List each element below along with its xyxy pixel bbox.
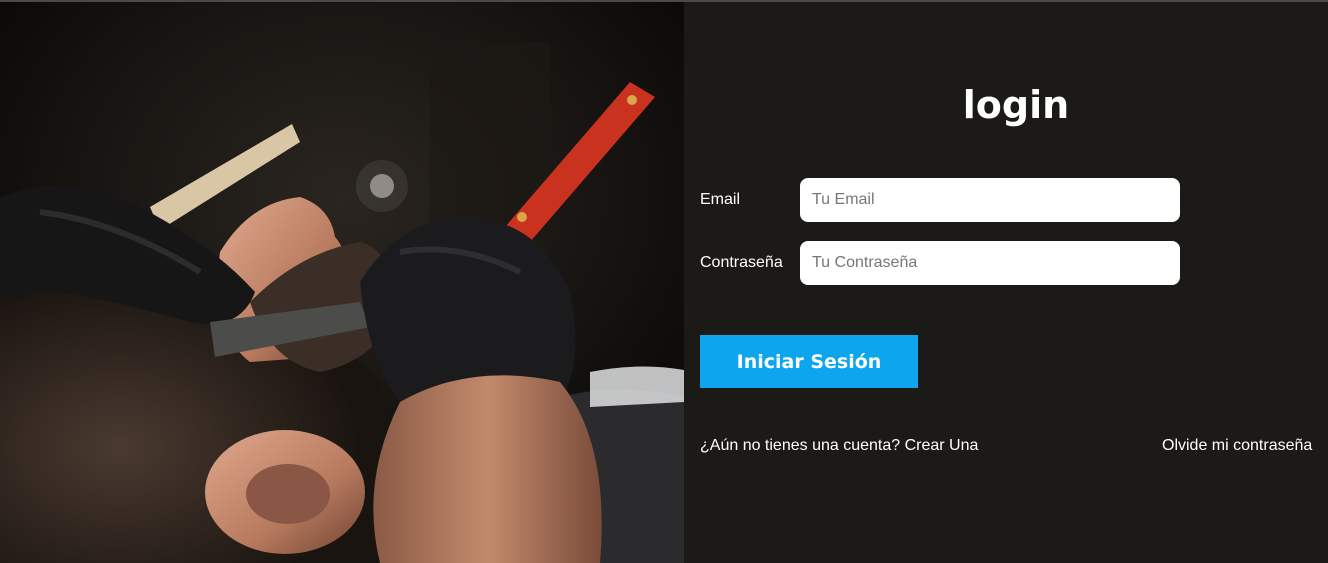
signup-link[interactable]: ¿Aún no tienes una cuenta? Crear Una bbox=[700, 437, 978, 455]
password-label: Contraseña bbox=[700, 254, 783, 271]
login-submit-button[interactable]: Iniciar Sesión bbox=[700, 335, 918, 388]
email-row: Email bbox=[700, 178, 1180, 222]
barber-hero-image bbox=[0, 2, 684, 563]
email-label: Email bbox=[700, 191, 741, 208]
login-page: login Email Contraseña Iniciar Sesión ¿A… bbox=[0, 2, 1328, 563]
page-title: login bbox=[962, 83, 1070, 127]
email-input[interactable] bbox=[800, 178, 1180, 222]
password-input[interactable] bbox=[800, 241, 1180, 285]
forgot-password-link[interactable]: Olvide mi contraseña bbox=[1162, 437, 1312, 455]
password-row: Contraseña bbox=[700, 241, 1180, 285]
login-panel: login Email Contraseña Iniciar Sesión ¿A… bbox=[684, 2, 1328, 563]
